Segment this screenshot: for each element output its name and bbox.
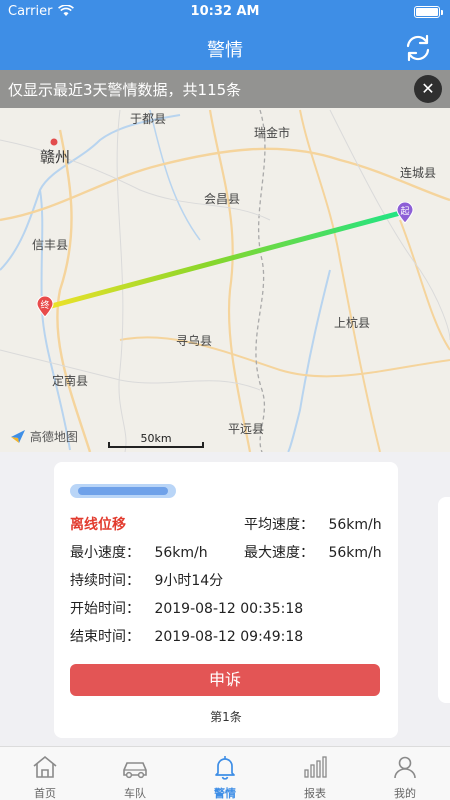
tab-home[interactable]: 首页 [0, 747, 90, 800]
chart-icon [304, 756, 327, 778]
avg-speed-value: 56km/h [328, 517, 382, 533]
duration-row: 持续时间： 9小时14分 [70, 570, 223, 590]
tab-fleet-label: 车队 [124, 787, 146, 800]
map-label-xinfeng: 信丰县 [32, 238, 69, 252]
duration-label: 持续时间： [70, 573, 140, 589]
tab-home-label: 首页 [34, 787, 56, 800]
tab-alarm[interactable]: 警情 [180, 747, 270, 800]
map-view[interactable]: 终 起 于都县 瑞金市 赣州 连城县 会昌县 信丰县 上杭县 寻乌县 定南县 平… [0, 70, 450, 452]
tab-mine[interactable]: 我的 [360, 747, 450, 800]
map-label-liancheng: 连城县 [400, 166, 437, 180]
max-speed-label: 最大速度： [244, 545, 314, 561]
map-label-dingnan: 定南县 [52, 374, 89, 388]
map-logo-text: 高德地图 [29, 430, 78, 444]
alarm-type-label: 离线位移 [70, 517, 126, 533]
battery-icon [414, 6, 443, 18]
start-time-value: 2019-08-12 00:35:18 [154, 601, 304, 617]
avg-speed-label: 平均速度： [244, 517, 314, 533]
tab-mine-label: 我的 [394, 787, 416, 800]
map-scale: 50km [108, 432, 204, 448]
page-title: 警情 [207, 40, 243, 61]
start-time-label: 开始时间： [70, 601, 140, 617]
map-label-ganzhou: 赣州 [40, 148, 71, 166]
map-label-shanghang: 上杭县 [334, 316, 371, 330]
tab-fleet[interactable]: 车队 [90, 747, 180, 800]
notice-text: 仅显示最近3天警情数据，共115条 [8, 81, 242, 99]
min-speed-label: 最小速度： [70, 545, 140, 561]
car-icon [123, 762, 147, 779]
min-speed-value: 56km/h [154, 545, 208, 561]
start-marker-label: 起 [400, 207, 410, 217]
map-label-huichang: 会昌县 [204, 192, 241, 206]
user-icon [394, 756, 416, 779]
map-label-yudu: 于都县 [130, 112, 167, 126]
duration-value: 9小时14分 [154, 573, 224, 589]
tab-bar: 首页 车队 警情 报表 我的 [0, 746, 450, 800]
start-time-row: 开始时间： 2019-08-12 00:35:18 [70, 598, 303, 618]
map-label-xunwu: 寻乌县 [176, 334, 213, 348]
nav-bar: 警情 [0, 24, 450, 70]
map-logo: 高德地图 [10, 428, 78, 445]
map-canvas [0, 109, 450, 452]
refresh-icon[interactable] [400, 30, 436, 66]
route-end-marker[interactable]: 终 [36, 295, 54, 318]
page-indicator: 第1条 [210, 710, 242, 724]
end-marker-label: 终 [40, 301, 50, 311]
tab-alarm-label: 警情 [214, 787, 236, 800]
scale-bar [108, 442, 204, 448]
route-start-marker[interactable]: 起 [396, 201, 414, 224]
end-time-row: 结束时间： 2019-08-12 09:49:18 [70, 626, 303, 646]
close-icon[interactable]: ✕ [414, 75, 442, 103]
max-speed-value: 56km/h [328, 545, 382, 561]
avg-speed-row: 平均速度： 56km/h [244, 514, 382, 534]
end-time-label: 结束时间： [70, 629, 140, 645]
min-speed-row: 最小速度： 56km/h [70, 542, 208, 562]
max-speed-row: 最大速度： 56km/h [244, 542, 382, 562]
map-label-pingyuan: 平远县 [228, 422, 265, 436]
notice-bar: 仅显示最近3天警情数据，共115条 ✕ [0, 70, 450, 108]
appeal-button[interactable]: 申诉 [70, 664, 380, 696]
end-time-value: 2019-08-12 09:49:18 [154, 629, 304, 645]
tab-report[interactable]: 报表 [270, 747, 360, 800]
license-plate-blurred [70, 484, 176, 498]
bell-icon [215, 756, 235, 780]
map-label-ruijin: 瑞金市 [254, 126, 291, 140]
alarm-type: 离线位移 [70, 514, 126, 534]
next-card-peek[interactable] [438, 497, 450, 703]
amap-logo-icon [11, 430, 25, 443]
home-icon [33, 755, 57, 778]
tab-report-label: 报表 [304, 787, 326, 800]
status-bar: Carrier 10:32 AM [0, 0, 450, 24]
alarm-record-card[interactable]: 离线位移 平均速度： 56km/h 最小速度： 56km/h 最大速度： 56k… [54, 462, 398, 738]
clock: 10:32 AM [190, 4, 260, 19]
